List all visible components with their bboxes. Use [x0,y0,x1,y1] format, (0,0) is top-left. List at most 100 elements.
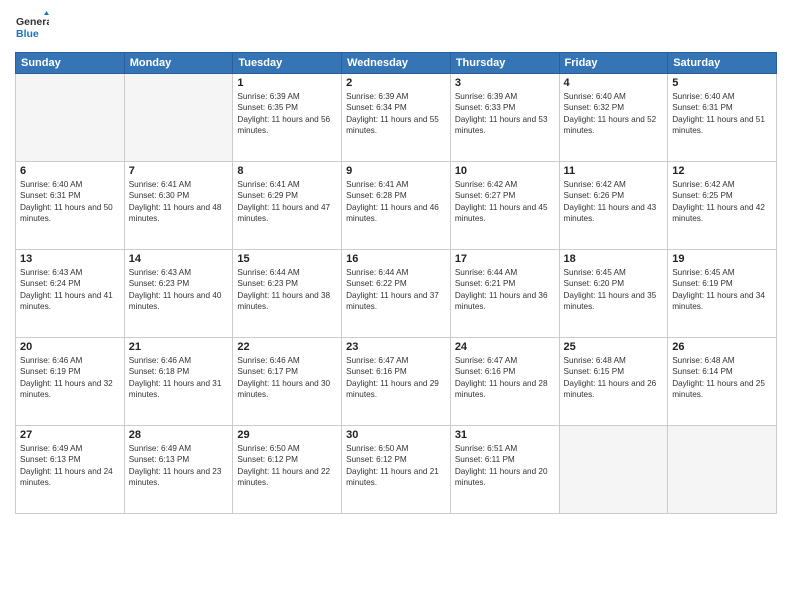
day-number: 15 [237,253,337,265]
svg-text:General: General [16,16,49,28]
logo: General Blue [15,10,49,44]
day-number: 11 [564,165,664,177]
calendar-cell: 31 Sunrise: 6:51 AM Sunset: 6:11 PM Dayl… [450,426,559,514]
weekday-header-wednesday: Wednesday [342,53,451,74]
cell-info: Sunrise: 6:48 AM Sunset: 6:15 PM Dayligh… [564,355,664,401]
weekday-header-saturday: Saturday [668,53,777,74]
calendar-cell: 27 Sunrise: 6:49 AM Sunset: 6:13 PM Dayl… [16,426,125,514]
cell-info: Sunrise: 6:46 AM Sunset: 6:17 PM Dayligh… [237,355,337,401]
day-number: 27 [20,429,120,441]
cell-info: Sunrise: 6:45 AM Sunset: 6:20 PM Dayligh… [564,267,664,313]
calendar-cell: 29 Sunrise: 6:50 AM Sunset: 6:12 PM Dayl… [233,426,342,514]
cell-info: Sunrise: 6:40 AM Sunset: 6:31 PM Dayligh… [20,179,120,225]
cell-info: Sunrise: 6:50 AM Sunset: 6:12 PM Dayligh… [237,443,337,489]
calendar-cell: 24 Sunrise: 6:47 AM Sunset: 6:16 PM Dayl… [450,338,559,426]
cell-info: Sunrise: 6:44 AM Sunset: 6:23 PM Dayligh… [237,267,337,313]
day-number: 25 [564,341,664,353]
calendar-cell: 23 Sunrise: 6:47 AM Sunset: 6:16 PM Dayl… [342,338,451,426]
calendar-cell: 30 Sunrise: 6:50 AM Sunset: 6:12 PM Dayl… [342,426,451,514]
week-row-2: 6 Sunrise: 6:40 AM Sunset: 6:31 PM Dayli… [16,162,777,250]
day-number: 31 [455,429,555,441]
day-number: 5 [672,77,772,89]
cell-info: Sunrise: 6:47 AM Sunset: 6:16 PM Dayligh… [346,355,446,401]
calendar-cell: 9 Sunrise: 6:41 AM Sunset: 6:28 PM Dayli… [342,162,451,250]
week-row-3: 13 Sunrise: 6:43 AM Sunset: 6:24 PM Dayl… [16,250,777,338]
calendar-cell: 14 Sunrise: 6:43 AM Sunset: 6:23 PM Dayl… [124,250,233,338]
cell-info: Sunrise: 6:49 AM Sunset: 6:13 PM Dayligh… [20,443,120,489]
calendar-cell [124,74,233,162]
calendar-cell: 2 Sunrise: 6:39 AM Sunset: 6:34 PM Dayli… [342,74,451,162]
page: General Blue SundayMondayTuesdayWednesda… [0,0,792,612]
cell-info: Sunrise: 6:46 AM Sunset: 6:18 PM Dayligh… [129,355,229,401]
weekday-header-sunday: Sunday [16,53,125,74]
cell-info: Sunrise: 6:51 AM Sunset: 6:11 PM Dayligh… [455,443,555,489]
day-number: 29 [237,429,337,441]
day-number: 7 [129,165,229,177]
weekday-header-row: SundayMondayTuesdayWednesdayThursdayFrid… [16,53,777,74]
calendar-cell: 18 Sunrise: 6:45 AM Sunset: 6:20 PM Dayl… [559,250,668,338]
day-number: 20 [20,341,120,353]
cell-info: Sunrise: 6:40 AM Sunset: 6:32 PM Dayligh… [564,91,664,137]
cell-info: Sunrise: 6:42 AM Sunset: 6:26 PM Dayligh… [564,179,664,225]
cell-info: Sunrise: 6:42 AM Sunset: 6:25 PM Dayligh… [672,179,772,225]
day-number: 10 [455,165,555,177]
calendar-cell: 10 Sunrise: 6:42 AM Sunset: 6:27 PM Dayl… [450,162,559,250]
cell-info: Sunrise: 6:46 AM Sunset: 6:19 PM Dayligh… [20,355,120,401]
cell-info: Sunrise: 6:43 AM Sunset: 6:24 PM Dayligh… [20,267,120,313]
day-number: 2 [346,77,446,89]
day-number: 12 [672,165,772,177]
calendar-cell: 22 Sunrise: 6:46 AM Sunset: 6:17 PM Dayl… [233,338,342,426]
calendar-cell: 28 Sunrise: 6:49 AM Sunset: 6:13 PM Dayl… [124,426,233,514]
calendar-cell: 4 Sunrise: 6:40 AM Sunset: 6:32 PM Dayli… [559,74,668,162]
week-row-1: 1 Sunrise: 6:39 AM Sunset: 6:35 PM Dayli… [16,74,777,162]
day-number: 13 [20,253,120,265]
day-number: 17 [455,253,555,265]
cell-info: Sunrise: 6:40 AM Sunset: 6:31 PM Dayligh… [672,91,772,137]
cell-info: Sunrise: 6:48 AM Sunset: 6:14 PM Dayligh… [672,355,772,401]
day-number: 30 [346,429,446,441]
calendar-cell: 13 Sunrise: 6:43 AM Sunset: 6:24 PM Dayl… [16,250,125,338]
calendar-cell: 5 Sunrise: 6:40 AM Sunset: 6:31 PM Dayli… [668,74,777,162]
svg-text:Blue: Blue [16,28,39,40]
cell-info: Sunrise: 6:43 AM Sunset: 6:23 PM Dayligh… [129,267,229,313]
cell-info: Sunrise: 6:44 AM Sunset: 6:22 PM Dayligh… [346,267,446,313]
calendar-cell: 25 Sunrise: 6:48 AM Sunset: 6:15 PM Dayl… [559,338,668,426]
calendar-cell: 20 Sunrise: 6:46 AM Sunset: 6:19 PM Dayl… [16,338,125,426]
calendar-cell: 1 Sunrise: 6:39 AM Sunset: 6:35 PM Dayli… [233,74,342,162]
cell-info: Sunrise: 6:41 AM Sunset: 6:29 PM Dayligh… [237,179,337,225]
calendar-cell: 3 Sunrise: 6:39 AM Sunset: 6:33 PM Dayli… [450,74,559,162]
cell-info: Sunrise: 6:42 AM Sunset: 6:27 PM Dayligh… [455,179,555,225]
day-number: 26 [672,341,772,353]
day-number: 23 [346,341,446,353]
cell-info: Sunrise: 6:45 AM Sunset: 6:19 PM Dayligh… [672,267,772,313]
day-number: 3 [455,77,555,89]
cell-info: Sunrise: 6:50 AM Sunset: 6:12 PM Dayligh… [346,443,446,489]
day-number: 14 [129,253,229,265]
header: General Blue [15,10,777,44]
calendar-cell: 6 Sunrise: 6:40 AM Sunset: 6:31 PM Dayli… [16,162,125,250]
cell-info: Sunrise: 6:39 AM Sunset: 6:34 PM Dayligh… [346,91,446,137]
calendar: SundayMondayTuesdayWednesdayThursdayFrid… [15,52,777,514]
weekday-header-friday: Friday [559,53,668,74]
cell-info: Sunrise: 6:47 AM Sunset: 6:16 PM Dayligh… [455,355,555,401]
cell-info: Sunrise: 6:41 AM Sunset: 6:30 PM Dayligh… [129,179,229,225]
day-number: 9 [346,165,446,177]
calendar-cell [559,426,668,514]
day-number: 24 [455,341,555,353]
day-number: 18 [564,253,664,265]
day-number: 28 [129,429,229,441]
calendar-cell: 19 Sunrise: 6:45 AM Sunset: 6:19 PM Dayl… [668,250,777,338]
calendar-cell: 16 Sunrise: 6:44 AM Sunset: 6:22 PM Dayl… [342,250,451,338]
calendar-cell: 21 Sunrise: 6:46 AM Sunset: 6:18 PM Dayl… [124,338,233,426]
calendar-cell: 7 Sunrise: 6:41 AM Sunset: 6:30 PM Dayli… [124,162,233,250]
calendar-cell: 26 Sunrise: 6:48 AM Sunset: 6:14 PM Dayl… [668,338,777,426]
day-number: 22 [237,341,337,353]
calendar-cell [668,426,777,514]
day-number: 4 [564,77,664,89]
day-number: 6 [20,165,120,177]
weekday-header-thursday: Thursday [450,53,559,74]
calendar-cell: 8 Sunrise: 6:41 AM Sunset: 6:29 PM Dayli… [233,162,342,250]
calendar-cell: 17 Sunrise: 6:44 AM Sunset: 6:21 PM Dayl… [450,250,559,338]
cell-info: Sunrise: 6:39 AM Sunset: 6:33 PM Dayligh… [455,91,555,137]
week-row-5: 27 Sunrise: 6:49 AM Sunset: 6:13 PM Dayl… [16,426,777,514]
